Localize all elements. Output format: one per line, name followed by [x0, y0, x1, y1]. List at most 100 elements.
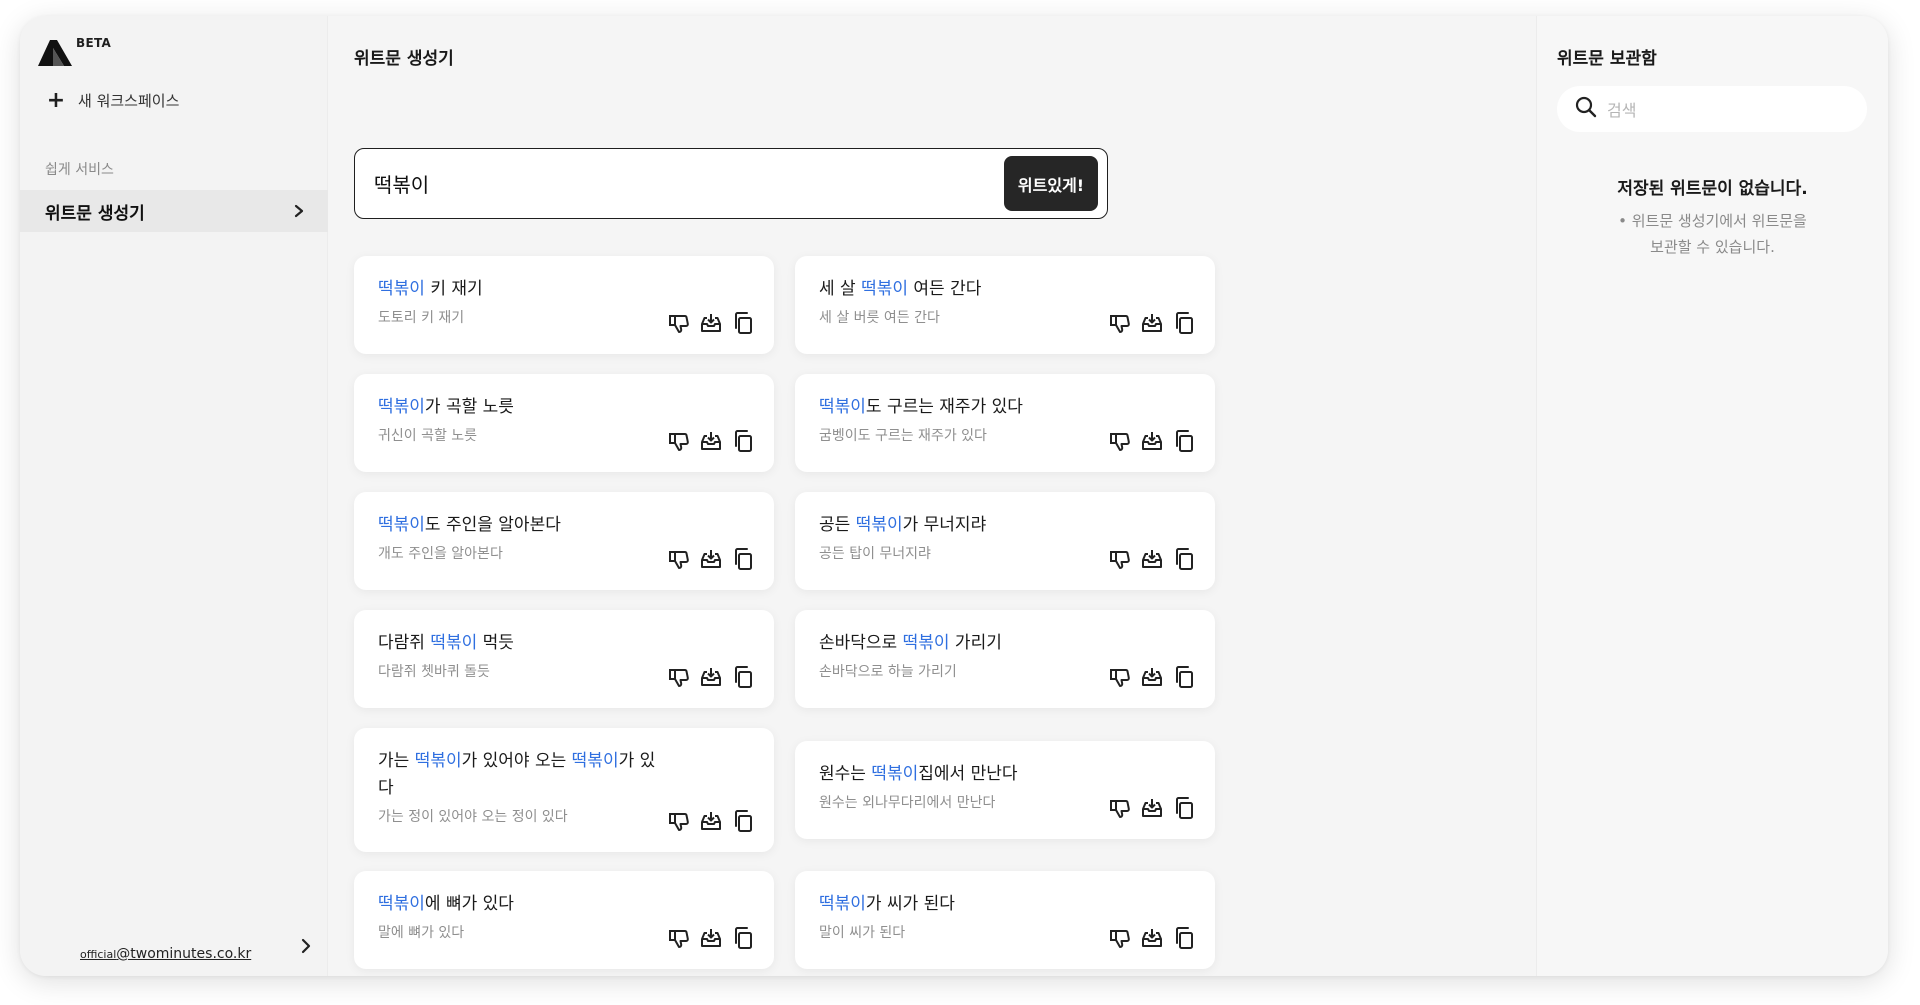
wit-sentence[interactable]: 떡볶이에 뼈가 있다 [378, 891, 658, 918]
copy-icon[interactable] [1171, 795, 1197, 821]
sentence-text: 다람쥐 [378, 633, 431, 653]
thumbs-down-icon[interactable] [1107, 546, 1133, 572]
search-icon [1575, 96, 1597, 122]
sentence-text: 먹듯 [477, 633, 514, 653]
download-icon[interactable] [1139, 310, 1165, 336]
wit-sentence[interactable]: 떡볶이도 구르는 재주가 있다 [819, 394, 1099, 421]
download-icon[interactable] [1139, 546, 1165, 572]
card-actions [1107, 664, 1197, 690]
copy-icon[interactable] [730, 546, 756, 572]
download-icon[interactable] [698, 310, 724, 336]
thumbs-down-icon[interactable] [666, 664, 692, 690]
keyword-highlight: 떡볶이 [861, 279, 909, 299]
wit-sentence[interactable]: 손바닥으로 떡볶이 가리기 [819, 630, 1099, 657]
thumbs-down-icon[interactable] [666, 808, 692, 834]
card-actions [666, 808, 756, 834]
download-icon[interactable] [1139, 925, 1165, 951]
email-domain: @twominutes.co.kr [116, 946, 252, 962]
contact-email-link[interactable]: official@twominutes.co.kr [80, 946, 251, 962]
card-actions [666, 310, 756, 336]
keyword-highlight: 떡볶이 [430, 633, 478, 653]
wit-sentence[interactable]: 원수는 떡볶이집에서 만난다 [819, 761, 1099, 788]
thumbs-down-icon[interactable] [666, 546, 692, 572]
copy-icon[interactable] [730, 664, 756, 690]
copy-icon[interactable] [730, 925, 756, 951]
download-icon[interactable] [1139, 795, 1165, 821]
chevron-right-icon [294, 203, 304, 222]
thumbs-down-icon[interactable] [1107, 925, 1133, 951]
card-actions [666, 546, 756, 572]
card-actions [1107, 310, 1197, 336]
copy-icon[interactable] [730, 808, 756, 834]
sidebar-item-wit-generator[interactable]: 위트문 생성기 [20, 190, 328, 232]
copy-icon[interactable] [730, 310, 756, 336]
keyword-highlight: 떡볶이 [855, 515, 903, 535]
wit-sentence[interactable]: 떡볶이가 곡할 노릇 [378, 394, 658, 421]
card-actions [1107, 428, 1197, 454]
sentence-text: 가 곡할 노릇 [424, 397, 514, 417]
copy-icon[interactable] [1171, 664, 1197, 690]
thumbs-down-icon[interactable] [1107, 428, 1133, 454]
keyword-input[interactable]: 떡볶이 [355, 169, 1107, 198]
result-card: 떡볶이도 주인을 알아본다 개도 주인을 알아본다 [354, 492, 774, 590]
card-actions [666, 664, 756, 690]
copy-icon[interactable] [730, 428, 756, 454]
wit-sentence[interactable]: 가는 떡볶이가 있어야 오는 떡볶이가 있다 [378, 748, 658, 802]
email-prefix: official [80, 948, 117, 961]
wit-sentence[interactable]: 세 살 떡볶이 여든 간다 [819, 276, 1099, 303]
section-title: 쉽게 서비스 [45, 162, 114, 178]
wit-sentence[interactable]: 공든 떡볶이가 무너지랴 [819, 512, 1099, 539]
keyword-highlight: 떡볶이 [378, 515, 425, 535]
wit-sentence[interactable]: 떡볶이 키 재기 [378, 276, 658, 303]
wit-sentence[interactable]: 떡볶이가 씨가 된다 [819, 891, 1099, 918]
copy-icon[interactable] [1171, 546, 1197, 572]
copy-icon[interactable] [1171, 310, 1197, 336]
sentence-text: 집에서 만난다 [918, 764, 1018, 784]
download-icon[interactable] [698, 925, 724, 951]
card-actions [1107, 795, 1197, 821]
thumbs-down-icon[interactable] [666, 925, 692, 951]
empty-state-title: 저장된 위트문이 없습니다. [1617, 179, 1808, 199]
wit-sentence[interactable]: 떡볶이도 주인을 알아본다 [378, 512, 658, 539]
new-workspace-button[interactable]: + 새 워크스페이스 [46, 87, 180, 113]
keyword-highlight: 떡볶이 [819, 894, 866, 914]
chevron-right-icon[interactable] [301, 938, 311, 958]
card-actions [666, 925, 756, 951]
download-icon[interactable] [698, 664, 724, 690]
card-actions [1107, 546, 1197, 572]
download-icon[interactable] [698, 428, 724, 454]
thumbs-down-icon[interactable] [1107, 664, 1133, 690]
sentence-text: 원수는 [819, 764, 872, 784]
logo[interactable]: BETA [38, 36, 111, 66]
sentence-text: 가 무너지랴 [902, 515, 987, 535]
thumbs-down-icon[interactable] [1107, 310, 1133, 336]
saved-search[interactable]: 검색 [1557, 86, 1867, 132]
copy-icon[interactable] [1171, 428, 1197, 454]
download-icon[interactable] [698, 546, 724, 572]
beta-badge: BETA [76, 36, 112, 50]
sidebar: BETA + 새 워크스페이스 쉽게 서비스 위트문 생성기 official@… [20, 16, 328, 976]
generate-button[interactable]: 위트있게! [1004, 156, 1098, 211]
result-card: 떡볶이도 구르는 재주가 있다 굼벵이도 구르는 재주가 있다 [795, 374, 1215, 472]
thumbs-down-icon[interactable] [666, 428, 692, 454]
download-icon[interactable] [1139, 428, 1165, 454]
result-card: 공든 떡볶이가 무너지랴 공든 탑이 무너지랴 [795, 492, 1215, 590]
sentence-text: 가 씨가 된다 [865, 894, 955, 914]
result-card: 떡볶이에 뼈가 있다 말에 뼈가 있다 [354, 871, 774, 969]
saved-search-input[interactable]: 검색 [1607, 97, 1636, 121]
plus-icon: + [46, 87, 66, 113]
keyword-highlight: 떡볶이 [378, 397, 425, 417]
sentence-text: 도 주인을 알아본다 [424, 515, 561, 535]
card-actions [666, 428, 756, 454]
copy-icon[interactable] [1171, 925, 1197, 951]
saved-panel-title: 위트문 보관함 [1557, 49, 1657, 69]
thumbs-down-icon[interactable] [666, 310, 692, 336]
sentence-text: 에 뼈가 있다 [424, 894, 514, 914]
sidebar-item-label: 위트문 생성기 [45, 203, 145, 224]
keyword-highlight: 떡볶이 [571, 751, 619, 771]
download-icon[interactable] [1139, 664, 1165, 690]
thumbs-down-icon[interactable] [1107, 795, 1133, 821]
result-card: 다람쥐 떡볶이 먹듯 다람쥐 쳇바퀴 돌듯 [354, 610, 774, 708]
wit-sentence[interactable]: 다람쥐 떡볶이 먹듯 [378, 630, 658, 657]
download-icon[interactable] [698, 808, 724, 834]
